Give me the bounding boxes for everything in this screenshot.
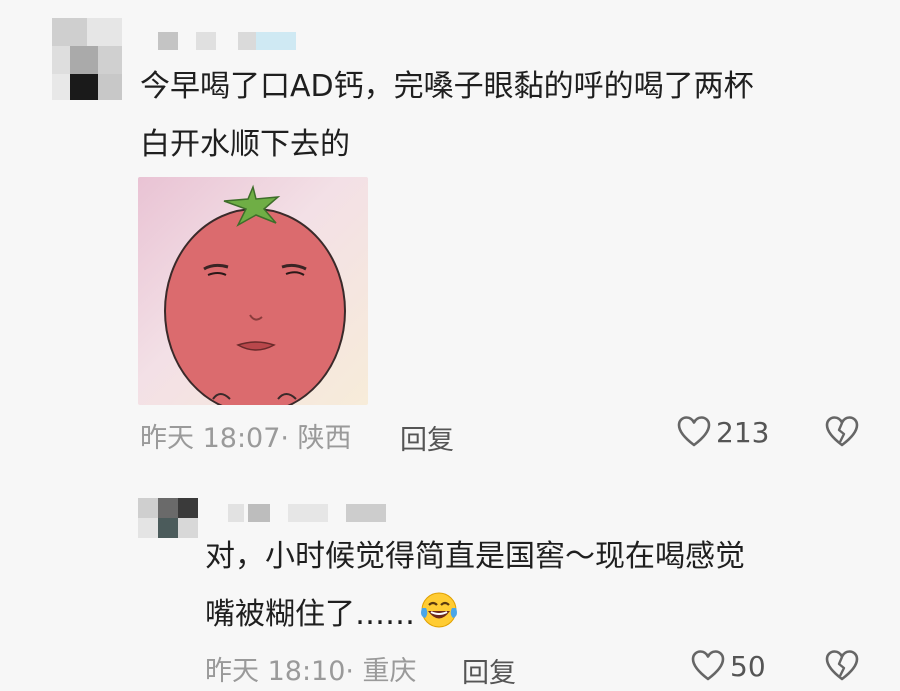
broken-heart-icon bbox=[825, 650, 859, 681]
timestamp-location: 昨天 18:07· 陕西 bbox=[140, 422, 352, 454]
like-button[interactable]: 50 bbox=[690, 648, 766, 684]
dislike-button[interactable] bbox=[824, 414, 860, 454]
avatar[interactable] bbox=[52, 18, 122, 100]
comment-line: 对，小时候觉得简直是国窖～现在喝感觉 bbox=[205, 539, 745, 574]
comment-text: 对，小时候觉得简直是国窖～现在喝感觉 嘴被糊住了…… bbox=[205, 528, 745, 644]
username-blurred[interactable] bbox=[228, 504, 388, 522]
comment-meta: 昨天 18:10· 重庆 bbox=[205, 648, 417, 688]
username-blurred[interactable] bbox=[158, 32, 298, 50]
laughing-tears-emoji bbox=[419, 590, 459, 630]
like-count: 50 bbox=[730, 649, 766, 683]
comment-line: 嘴被糊住了…… bbox=[205, 586, 745, 644]
comment-text: 今早喝了口AD钙，完嗓子眼黏的呼的喝了两杯 白开水顺下去的 bbox=[140, 58, 754, 174]
broken-heart-icon bbox=[825, 416, 859, 447]
tomato-face-sticker[interactable] bbox=[138, 177, 368, 405]
heart-icon bbox=[691, 650, 725, 681]
like-count: 213 bbox=[716, 415, 770, 449]
timestamp-location: 昨天 18:10· 重庆 bbox=[205, 655, 417, 687]
dislike-button[interactable] bbox=[824, 648, 860, 688]
like-button[interactable]: 213 bbox=[676, 414, 769, 450]
comment-line-text: 嘴被糊住了…… bbox=[205, 597, 415, 632]
reply-button[interactable]: 回复 bbox=[400, 418, 454, 457]
avatar[interactable] bbox=[138, 498, 198, 538]
heart-icon bbox=[677, 416, 711, 447]
reply-button[interactable]: 回复 bbox=[462, 651, 516, 690]
comment-line: 今早喝了口AD钙，完嗓子眼黏的呼的喝了两杯 bbox=[140, 69, 754, 104]
comment-meta: 昨天 18:07· 陕西 bbox=[140, 415, 352, 455]
comment-line: 白开水顺下去的 bbox=[140, 127, 350, 162]
